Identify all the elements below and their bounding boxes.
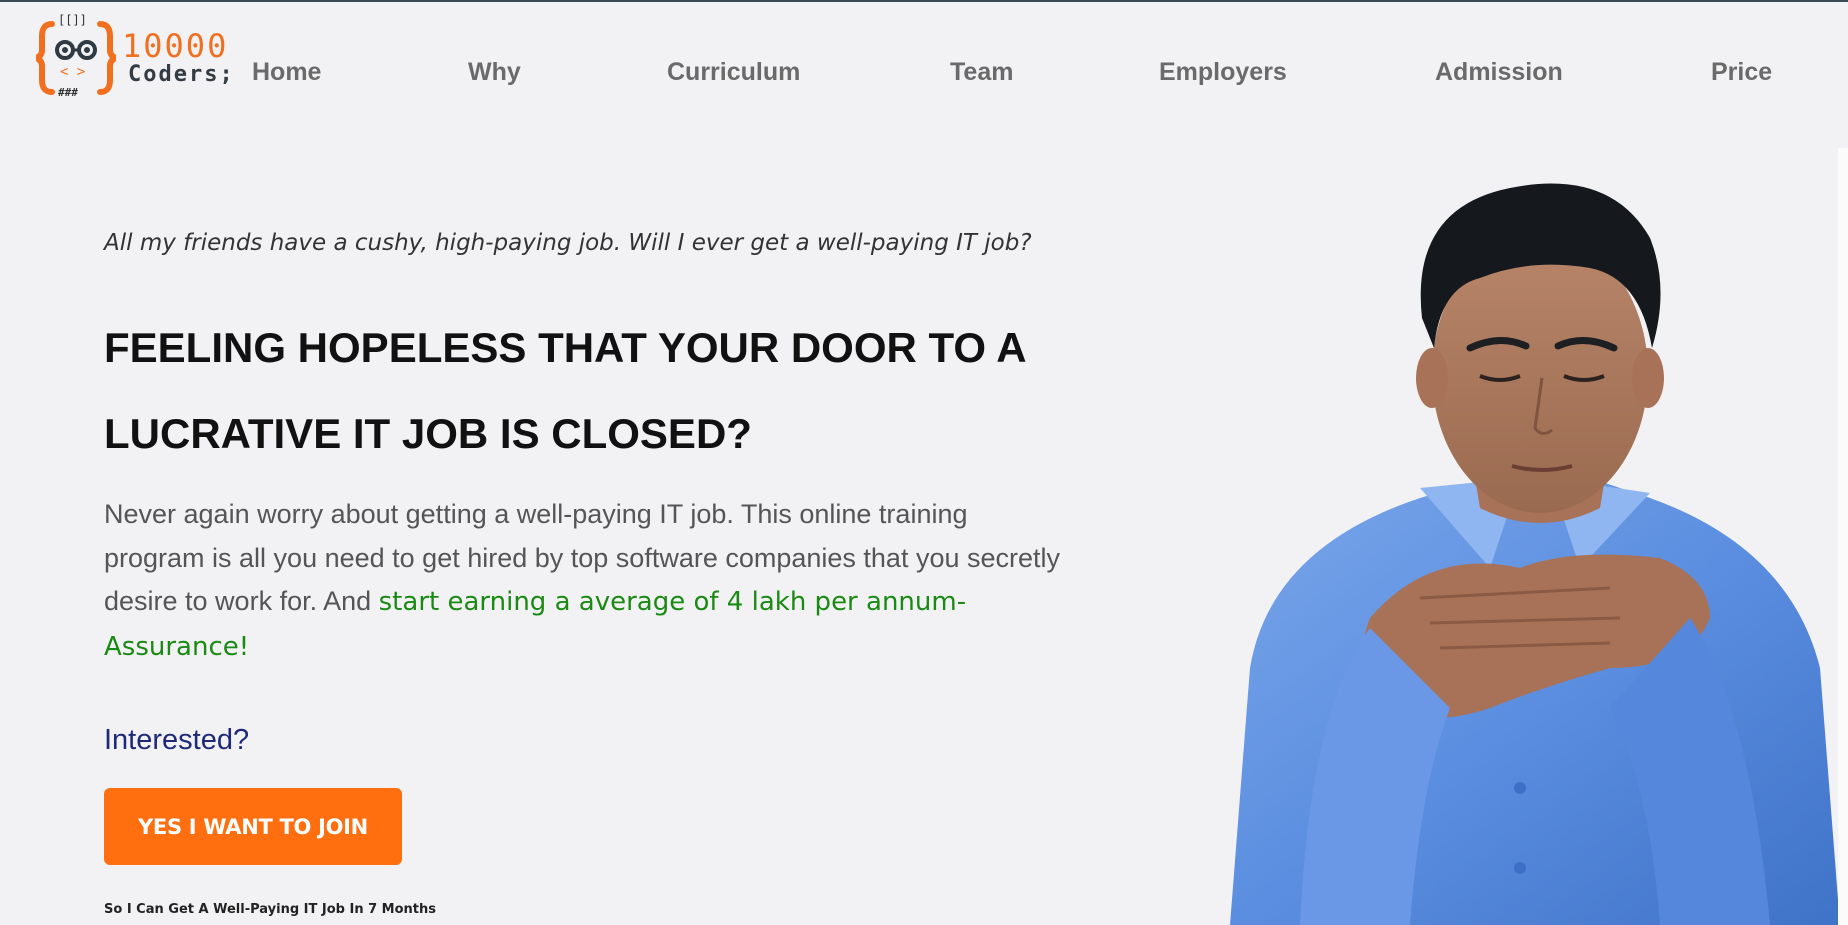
join-button[interactable]: YES I WANT TO JOIN [104,788,402,865]
nav-home[interactable]: Home [252,58,321,87]
hero-eyebrow: All my friends have a cushy, high-paying… [104,230,1032,256]
nav-price[interactable]: Price [1711,58,1772,87]
svg-text:[[]]: [[]] [58,13,87,27]
nav-employers[interactable]: Employers [1159,58,1287,87]
nav-curriculum[interactable]: Curriculum [667,58,800,87]
brand-logo[interactable]: [[]] < > ### 10000 Coders; [36,12,236,100]
page-edge [1838,148,1848,925]
svg-text:###: ### [58,86,78,99]
logo-mark-icon: [[]] < > ### [36,13,116,99]
nav-team[interactable]: Team [950,58,1013,87]
svg-text:< >: < > [60,64,85,80]
top-border [0,0,1848,2]
hero-headline: FEELING HOPELESS THAT YOUR DOOR TO A LUC… [104,324,1025,457]
hero-body: Never again worry about getting a well-p… [104,493,1064,669]
nav-admission[interactable]: Admission [1435,58,1563,87]
cta-subtext: So I Can Get A Well-Paying IT Job In 7 M… [104,902,437,917]
logo-text-number: 10000 [122,27,229,65]
nav-why[interactable]: Why [468,58,521,87]
thinking-man-photo [1230,183,1840,925]
interested-label: Interested? [104,724,250,756]
logo-text-coders: Coders; [128,62,235,87]
